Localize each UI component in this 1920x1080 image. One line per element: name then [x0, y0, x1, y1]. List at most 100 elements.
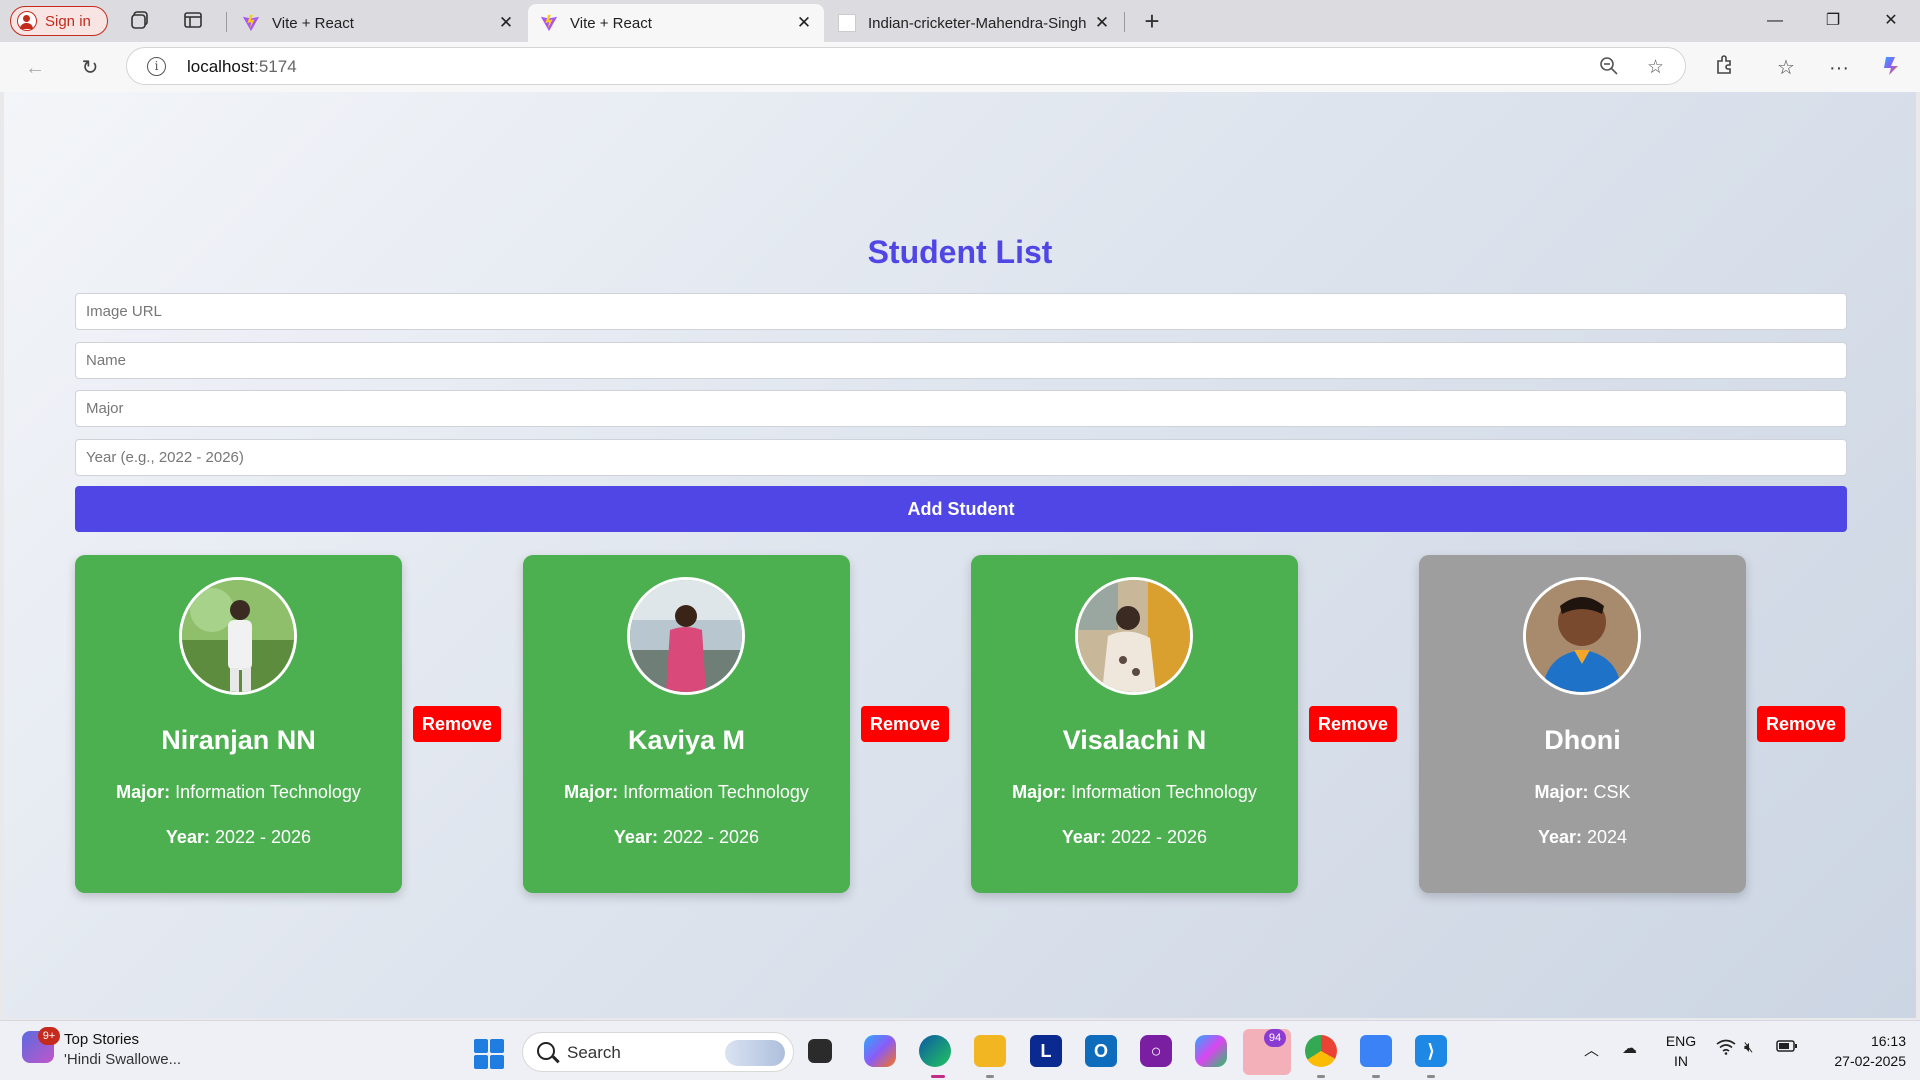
edge-running-indicator [931, 1075, 945, 1078]
tab-vite-react-1[interactable]: Vite + React ✕ [230, 4, 526, 42]
battery-icon[interactable] [1776, 1039, 1798, 1057]
student-card: Kaviya M Major: Information Technology Y… [523, 555, 850, 893]
remove-button[interactable]: Remove [413, 706, 501, 742]
profile-icon [17, 11, 37, 31]
tab-title: Indian-cricketer-Mahendra-Singh [868, 14, 1087, 32]
close-tab-icon[interactable]: ✕ [1094, 13, 1110, 33]
chrome-running-indicator [1317, 1075, 1325, 1078]
news-subtitle[interactable]: 'Hindi Swallowe... [64, 1051, 181, 1068]
refresh-icon[interactable]: ↻ [76, 54, 104, 82]
student-major: Major: CSK [1534, 782, 1631, 802]
student-name: Visalachi N [1062, 725, 1207, 755]
favorites-icon[interactable]: ☆ [1772, 54, 1800, 82]
student-major: Major: Information Technology [1012, 782, 1257, 802]
close-tab-icon[interactable]: ✕ [796, 13, 812, 33]
more-menu-icon[interactable]: ··· [1825, 54, 1853, 82]
mail-badge: 94 [1264, 1029, 1286, 1047]
student-year: Year: 2022 - 2026 [1061, 827, 1208, 847]
minimize-icon[interactable]: — [1752, 8, 1798, 34]
restore-icon[interactable]: ❐ [1810, 8, 1856, 34]
page-viewport: Student List Add Student Niranjan NN Maj… [4, 92, 1916, 1018]
browser-tab-strip: Sign in Vite + React ✕ Vite + React ✕ In… [0, 0, 1920, 42]
student-name: Kaviya M [627, 725, 746, 755]
vertical-tabs-icon[interactable] [181, 9, 205, 33]
volume-muted-icon[interactable]: 🔇︎ [1744, 1039, 1753, 1056]
system-clock[interactable]: 16:13 27-02-2025 [1816, 1031, 1906, 1071]
onedrive-icon[interactable]: ☁ [1622, 1039, 1637, 1057]
photos-running-indicator [1372, 1075, 1380, 1078]
remove-button[interactable]: Remove [1309, 706, 1397, 742]
student-year: Year: 2024 [1537, 827, 1628, 847]
search-highlight-image [725, 1040, 785, 1066]
image-url-input[interactable] [75, 293, 1847, 330]
task-view-icon[interactable] [808, 1039, 832, 1063]
tab-separator [1124, 12, 1125, 32]
remove-button[interactable]: Remove [1757, 706, 1845, 742]
search-label: Search [567, 1043, 621, 1062]
tab-title: Vite + React [570, 14, 652, 32]
chevron-up-icon[interactable]: ︿ [1584, 1039, 1599, 1060]
circle-app-icon[interactable]: ○ [1140, 1035, 1172, 1067]
browser-toolbar: ← ↻ i localhost:5174 ☆ ☆ ··· [0, 42, 1920, 92]
vite-icon [242, 14, 260, 32]
vscode-icon[interactable]: ⟩ [1415, 1035, 1447, 1067]
news-title[interactable]: Top Stories [64, 1031, 139, 1048]
copilot-icon[interactable] [1878, 54, 1906, 82]
news-badge: 9+ [38, 1027, 60, 1045]
m365-icon[interactable] [1195, 1035, 1227, 1067]
student-card: Niranjan NN Major: Information Technolog… [75, 555, 402, 893]
sign-in-button[interactable]: Sign in [10, 6, 108, 36]
wifi-icon[interactable] [1716, 1039, 1736, 1059]
student-name: Dhoni [1544, 725, 1621, 755]
year-input[interactable] [75, 439, 1847, 476]
major-input[interactable] [75, 390, 1847, 427]
student-photo [179, 577, 297, 695]
file-explorer-icon[interactable] [974, 1035, 1006, 1067]
explorer-running-indicator [986, 1075, 994, 1078]
add-student-button[interactable]: Add Student [75, 486, 1847, 532]
url-text: localhost:5174 [187, 57, 297, 76]
extensions-icon[interactable] [1710, 54, 1738, 82]
name-input[interactable] [75, 342, 1847, 379]
tab-separator [226, 12, 227, 32]
sign-in-label: Sign in [45, 12, 91, 30]
back-icon[interactable]: ← [21, 54, 49, 82]
photos-icon[interactable] [1360, 1035, 1392, 1067]
close-window-icon[interactable]: ✕ [1868, 8, 1914, 34]
zoom-out-icon[interactable] [1599, 56, 1619, 82]
favorite-star-icon[interactable]: ☆ [1647, 56, 1664, 79]
site-info-icon[interactable]: i [147, 57, 166, 76]
student-photo [1523, 577, 1641, 695]
vscode-running-indicator [1427, 1075, 1435, 1078]
student-major: Major: Information Technology [116, 782, 361, 802]
copilot-app-icon[interactable] [864, 1035, 896, 1067]
outlook-icon[interactable]: O [1085, 1035, 1117, 1067]
student-card: Visalachi N Major: Information Technolog… [971, 555, 1298, 893]
student-photo [1075, 577, 1193, 695]
student-name: Niranjan NN [161, 725, 316, 755]
address-bar[interactable]: i localhost:5174 ☆ [126, 47, 1686, 85]
close-tab-icon[interactable]: ✕ [498, 13, 514, 33]
windows-taskbar: 9+ Top Stories 'Hindi Swallowe... Search… [0, 1020, 1920, 1080]
remove-button[interactable]: Remove [861, 706, 949, 742]
student-card: Dhoni Major: CSK Year: 2024 [1419, 555, 1746, 893]
taskbar-search[interactable]: Search [522, 1032, 794, 1072]
student-year: Year: 2022 - 2026 [165, 827, 312, 847]
workspaces-icon[interactable] [128, 9, 152, 33]
search-icon [537, 1042, 555, 1060]
l-app-icon[interactable]: L [1030, 1035, 1062, 1067]
tab-vite-react-2[interactable]: Vite + React ✕ [528, 4, 824, 42]
tab-mahendra-singh[interactable]: Indian-cricketer-Mahendra-Singh ✕ [826, 4, 1122, 42]
language-indicator[interactable]: ENG IN [1664, 1031, 1698, 1071]
start-button[interactable] [474, 1039, 504, 1069]
vite-icon [540, 14, 558, 32]
student-year: Year: 2022 - 2026 [613, 827, 760, 847]
student-major: Major: Information Technology [564, 782, 809, 802]
page-title: Student List [867, 234, 1053, 270]
page-icon [838, 14, 856, 32]
student-photo [627, 577, 745, 695]
chrome-icon[interactable] [1305, 1035, 1337, 1067]
new-tab-icon[interactable]: + [1140, 8, 1164, 34]
tab-title: Vite + React [272, 14, 354, 32]
edge-icon[interactable] [919, 1035, 951, 1067]
